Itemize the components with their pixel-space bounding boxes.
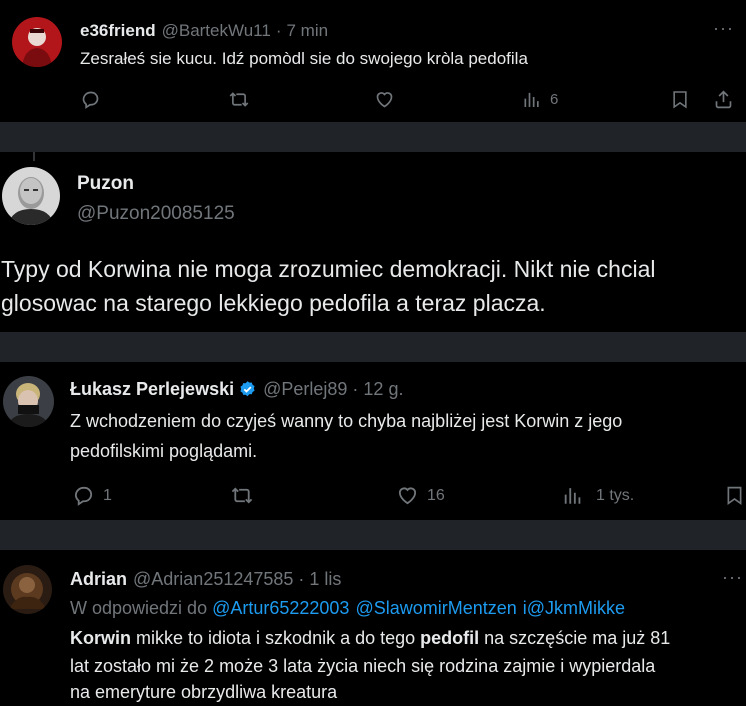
mention-jkmmikke[interactable]: @JkmMikke (527, 598, 625, 619)
like-icon (376, 92, 393, 108)
share-button[interactable] (713, 89, 734, 110)
mention-mentzen[interactable]: @SlawomirMentzen (355, 598, 516, 619)
tweet-e36friend[interactable]: e36friend @BartekWu11 · 7 min ··· Zesrał… (0, 0, 746, 122)
reply-icon (74, 486, 93, 506)
retweet-icon (231, 487, 253, 504)
separator (0, 122, 746, 152)
more-icon[interactable]: ··· (722, 567, 743, 588)
views-icon (564, 488, 581, 504)
retweet-icon (229, 92, 249, 107)
views-button[interactable]: 6 (522, 89, 558, 110)
reply-button[interactable] (80, 89, 101, 110)
tweet-text: Zesrałeś sie kucu. Idź pomòdl sie do swo… (80, 49, 528, 68)
retweet-button[interactable] (228, 89, 250, 110)
views-button[interactable]: 1 tys. (562, 484, 634, 507)
views-count: 6 (550, 91, 559, 108)
share-icon (715, 90, 732, 109)
like-icon (398, 487, 417, 505)
separator-dot: · (298, 569, 305, 589)
author-name[interactable]: e36friend (80, 21, 156, 41)
views-icon (524, 92, 539, 107)
highlight-korwin: Korwin (70, 628, 131, 648)
tweet-text-line-1: Korwin mikke to idiota i szkodnik a do t… (70, 628, 670, 649)
author-handle[interactable]: @BartekWu11 (162, 21, 271, 41)
verified-badge-icon (240, 381, 255, 397)
author-name[interactable]: Adrian (70, 569, 127, 590)
author-name[interactable]: Łukasz Perlejewski (70, 379, 234, 400)
tweet-puzon[interactable]: Puzon @Puzon20085125 Typy od Korwina nie… (0, 152, 746, 332)
text-segment: mikke to idiota i szkodnik a do tego (131, 628, 421, 648)
avatar-perlejewski[interactable] (3, 376, 54, 427)
timestamp[interactable]: 12 g. (363, 379, 403, 400)
tweet-adrian[interactable]: Adrian @Adrian251247585 · 1 lis ··· W od… (0, 550, 746, 706)
separator (0, 520, 746, 550)
tweet-text-line-2: glosowac na starego lekkiego pedofila a … (1, 290, 546, 316)
tweet-perlejewski[interactable]: Łukasz Perlejewski @Perlej89 · 12 g. Z w… (0, 362, 746, 520)
mention-artur[interactable]: @Artur65222003 (212, 598, 349, 619)
like-count: 16 (427, 486, 445, 504)
tweet-text-line-3: na emeryture obrzydliwa kreatura (70, 682, 338, 702)
tweet-text-line-2: pedofilskimi poglądami. (70, 441, 258, 461)
timestamp[interactable]: 1 lis (309, 569, 341, 590)
author-name[interactable]: Puzon (77, 173, 134, 195)
author-handle[interactable]: @Adrian251247585 (133, 569, 293, 590)
avatar-puzon[interactable] (2, 167, 60, 225)
avatar-adrian[interactable] (3, 565, 52, 614)
tweet-text-line-1: Typy od Korwina nie moga zrozumiec demok… (1, 256, 656, 282)
more-icon[interactable]: ··· (713, 18, 734, 39)
text-segment: na szczęście ma już 81 (479, 628, 671, 648)
tweet-text-line-1: Z wchodzeniem do czyjeś wanny to chyba n… (70, 411, 623, 431)
separator-dot: · (275, 21, 282, 40)
reply-count: 1 (103, 486, 112, 504)
author-handle[interactable]: @Puzon20085125 (77, 203, 235, 225)
reply-button[interactable]: 1 (72, 484, 112, 507)
bookmark-icon (727, 486, 742, 505)
highlight-pedofil: pedofil (420, 628, 480, 648)
reply-prefix: W odpowiedzi do (70, 598, 213, 618)
author-handle[interactable]: @Perlej89 (263, 379, 347, 400)
separator-dot: · (352, 379, 359, 399)
bookmark-button[interactable] (670, 89, 690, 110)
bookmark-button[interactable] (724, 484, 745, 507)
thread-line (33, 152, 35, 161)
views-count: 1 tys. (596, 486, 635, 504)
like-button[interactable] (374, 89, 395, 110)
retweet-button[interactable] (230, 484, 254, 507)
bookmark-icon (673, 91, 687, 109)
tweet-text-line-2: lat zostało mi że 2 może 3 lata życia ni… (70, 656, 656, 676)
reply-context: W odpowiedzi do @Artur65222003 @Slawomir… (70, 598, 625, 619)
avatar-e36friend[interactable] (12, 17, 62, 67)
timestamp[interactable]: 7 min (287, 21, 329, 41)
reply-icon (82, 91, 99, 109)
separator (0, 332, 746, 362)
like-button[interactable]: 16 (396, 484, 445, 507)
